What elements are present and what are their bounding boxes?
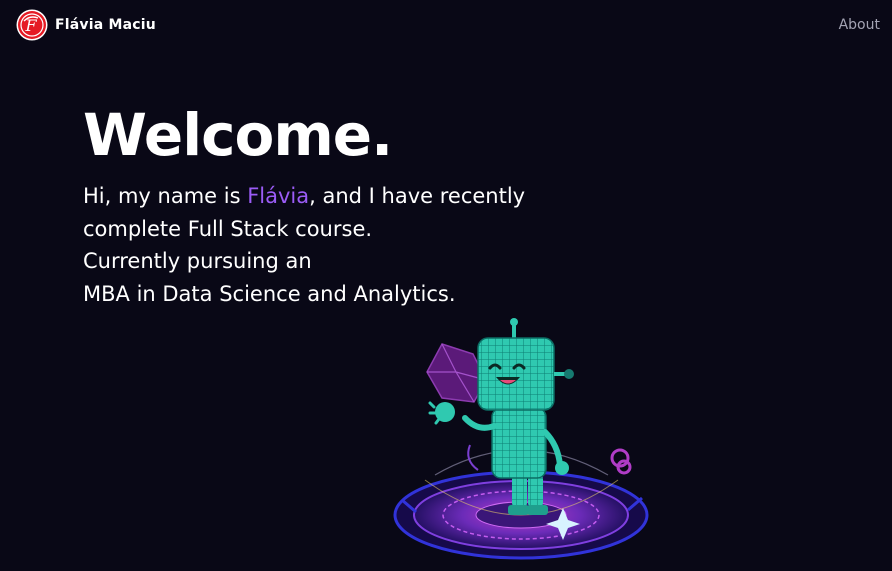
robot-illustration <box>393 318 649 560</box>
hero: Welcome. Hi, my name is Flávia, and I ha… <box>83 98 643 310</box>
intro-line-2: complete Full Stack course. <box>83 216 373 241</box>
robot-body <box>491 407 547 479</box>
navbar: F Flávia Maciu About <box>0 0 892 52</box>
logo-icon: F <box>16 9 48 41</box>
nav-link-about[interactable]: About <box>839 17 880 33</box>
intro-text-start: Hi, my name is <box>83 184 248 208</box>
hero-intro: Hi, my name is Flávia, and I have recent… <box>83 180 643 310</box>
page: F Flávia Maciu About Welcome. Hi, my nam… <box>0 0 892 571</box>
brand-name: Flávia Maciu <box>55 17 156 33</box>
robot-legs <box>508 475 548 515</box>
brand-link[interactable]: F Flávia Maciu <box>16 9 156 41</box>
robot-head <box>477 318 574 411</box>
highlighted-name: Flávia <box>247 184 310 208</box>
hero-title: Welcome. <box>83 101 393 169</box>
intro-line-3: Currently pursuing an <box>83 249 312 273</box>
intro-text-end: , and I have recently <box>309 184 526 208</box>
intro-line-4: MBA in Data Science and Analytics. <box>83 281 456 306</box>
cube-icon <box>426 343 487 403</box>
